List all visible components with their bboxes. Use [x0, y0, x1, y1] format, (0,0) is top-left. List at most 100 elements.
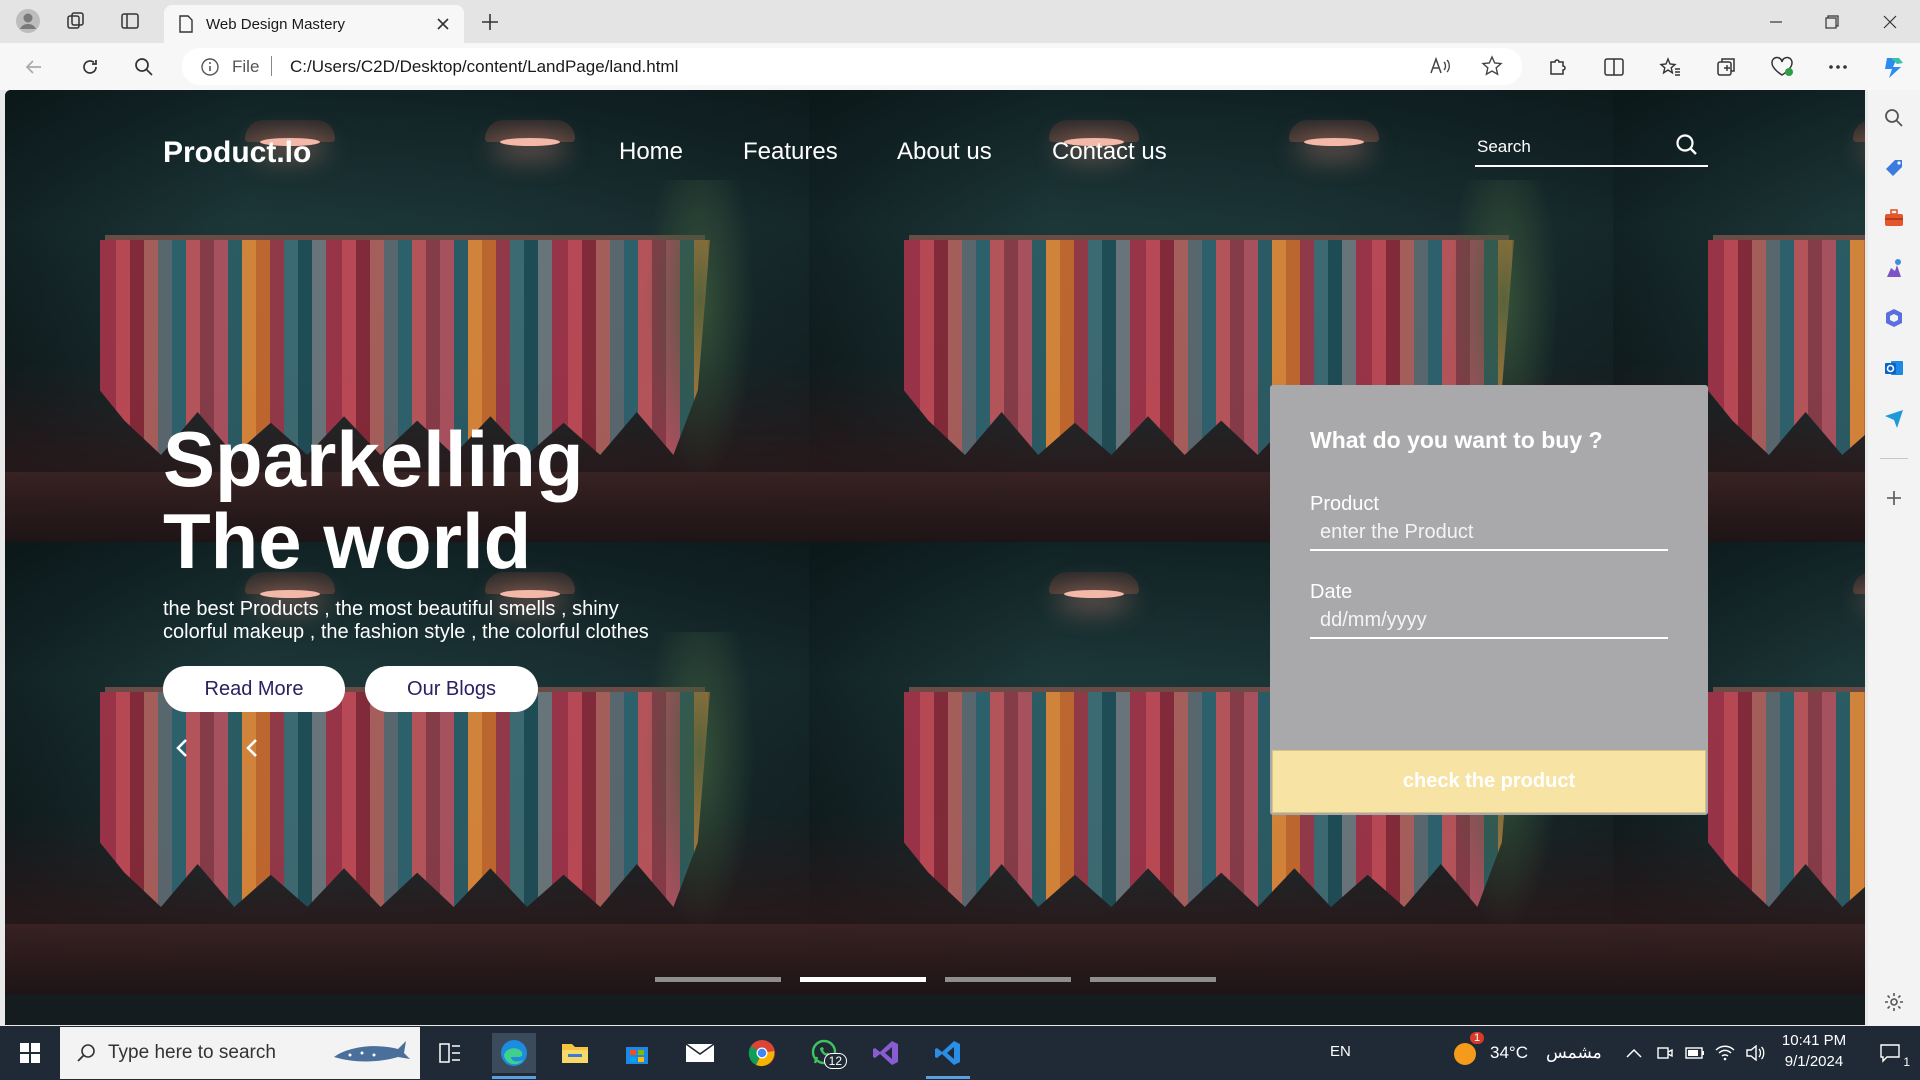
taskbar-whatsapp[interactable]: 12	[803, 1033, 847, 1073]
task-view-button[interactable]	[428, 1033, 472, 1073]
sidebar-divider	[1880, 458, 1908, 459]
nav-about-us[interactable]: About us	[897, 138, 992, 166]
favorites-button[interactable]	[1652, 51, 1688, 83]
tab-web-design-mastery[interactable]: Web Design Mastery	[164, 5, 464, 43]
taskbar-chrome[interactable]	[740, 1033, 784, 1073]
check-product-button[interactable]: check the product	[1272, 750, 1706, 813]
close-icon	[1883, 15, 1897, 28]
vscode-active-indicator	[926, 1076, 970, 1079]
site-search-input[interactable]: Search	[1475, 126, 1708, 167]
collections-icon	[1717, 58, 1735, 76]
weather-widget[interactable]: 1 34°C مشمس	[1450, 1032, 1602, 1070]
more-icon	[1829, 65, 1847, 69]
start-button[interactable]	[8, 1033, 52, 1073]
sidebar-settings-icon[interactable]	[1880, 988, 1908, 1016]
read-more-button[interactable]: Read More	[163, 666, 345, 712]
browser-essentials-button[interactable]	[1764, 51, 1800, 83]
slider-dot-4[interactable]	[1090, 977, 1216, 982]
hero-subtitle: the best Products , the most beautiful s…	[163, 598, 649, 643]
slider-dot-2[interactable]	[800, 977, 926, 982]
sidebar-search-icon[interactable]	[1880, 104, 1908, 132]
slider-dot-1[interactable]	[655, 977, 781, 982]
shopping-tag-icon[interactable]	[1880, 154, 1908, 182]
tab-actions-icon[interactable]	[112, 6, 148, 36]
collections-button[interactable]	[1708, 51, 1744, 83]
search-icon	[135, 58, 153, 76]
slider-next-button[interactable]	[240, 734, 264, 762]
notification-center-button[interactable]: 1	[1868, 1033, 1912, 1073]
nav-features[interactable]: Features	[743, 138, 838, 166]
slider-prev-button[interactable]	[170, 734, 194, 762]
address-divider	[271, 56, 272, 76]
search-icon[interactable]	[1674, 132, 1700, 158]
close-tab-icon[interactable]	[434, 15, 452, 33]
taskbar-clock[interactable]: 10:41 PM 9/1/2024	[1772, 1030, 1856, 1076]
split-screen-button[interactable]	[1596, 51, 1632, 83]
search-placeholder: Search	[1477, 137, 1531, 156]
wifi-icon[interactable]	[1710, 1033, 1740, 1073]
taskbar-file-explorer[interactable]	[553, 1033, 597, 1073]
taskbar-edge-app[interactable]	[492, 1033, 536, 1073]
date-input[interactable]: dd/mm/yyyy	[1310, 601, 1668, 639]
nav-home[interactable]: Home	[619, 138, 683, 166]
workspaces-icon[interactable]	[58, 6, 94, 36]
back-button[interactable]	[16, 51, 52, 83]
address-bar[interactable]: File C:/Users/C2D/Desktop/content/LandPa…	[182, 48, 1522, 85]
purchase-form-card: What do you want to buy ? Product enter …	[1270, 385, 1708, 815]
slider-dot-3[interactable]	[945, 977, 1071, 982]
profile-icon[interactable]	[10, 6, 46, 36]
search-tab-button[interactable]	[126, 51, 162, 83]
meet-now-icon[interactable]	[1650, 1033, 1680, 1073]
address-prefix: File	[232, 57, 260, 76]
chevron-left-icon	[246, 739, 257, 757]
weather-temperature: 34°C	[1490, 1043, 1528, 1062]
read-aloud-icon	[1430, 56, 1450, 74]
restore-button[interactable]	[1804, 0, 1860, 43]
microsoft-365-icon[interactable]	[1880, 304, 1908, 332]
edge-icon	[501, 1040, 527, 1066]
toolbox-icon[interactable]	[1880, 204, 1908, 232]
favorite-button[interactable]	[1474, 50, 1510, 82]
chrome-icon	[748, 1040, 775, 1067]
outlook-icon[interactable]	[1880, 354, 1908, 382]
language-indicator[interactable]: EN	[1330, 1043, 1351, 1060]
date-placeholder: dd/mm/yyyy	[1320, 609, 1427, 631]
task-view-icon	[439, 1043, 460, 1063]
taskbar-search-box[interactable]: Type here to search	[60, 1027, 420, 1079]
folder-icon	[562, 1044, 588, 1063]
chevron-left-icon	[176, 739, 187, 757]
minimize-icon	[1770, 20, 1782, 23]
volume-icon[interactable]	[1740, 1033, 1770, 1073]
extensions-button[interactable]	[1540, 51, 1576, 83]
hero-title: Sparkelling The world	[163, 418, 583, 582]
page-viewport: Product.lo Home Features About us Contac…	[5, 90, 1865, 1025]
read-aloud-button[interactable]	[1422, 50, 1458, 82]
taskbar-microsoft-store[interactable]	[615, 1033, 659, 1073]
info-icon[interactable]	[200, 57, 220, 77]
taskbar-search-placeholder: Type here to search	[108, 1042, 276, 1063]
minimize-button[interactable]	[1748, 0, 1804, 43]
refresh-button[interactable]	[72, 51, 108, 83]
split-screen-icon	[1604, 58, 1624, 76]
taskbar-mail[interactable]	[678, 1033, 722, 1073]
settings-more-button[interactable]	[1820, 51, 1856, 83]
site-logo[interactable]: Product.lo	[163, 136, 311, 170]
nav-contact-us[interactable]: Contact us	[1052, 138, 1167, 166]
address-url[interactable]: C:/Users/C2D/Desktop/content/LandPage/la…	[290, 57, 678, 77]
tab-title: Web Design Mastery	[206, 15, 345, 33]
product-input[interactable]: enter the Product	[1310, 513, 1668, 551]
form-title: What do you want to buy ?	[1310, 427, 1603, 453]
taskbar-vscode[interactable]	[926, 1033, 970, 1073]
games-icon[interactable]	[1880, 254, 1908, 282]
our-blogs-button[interactable]: Our Blogs	[365, 666, 538, 712]
send-icon[interactable]	[1880, 404, 1908, 432]
add-sidebar-app-icon[interactable]	[1880, 484, 1908, 512]
clock-date: 9/1/2024	[1784, 1053, 1844, 1070]
taskbar-visual-studio[interactable]	[864, 1033, 908, 1073]
refresh-icon	[83, 60, 97, 74]
new-tab-button[interactable]	[474, 8, 506, 36]
weather-alert-badge: 1	[1470, 1032, 1485, 1044]
battery-icon[interactable]	[1680, 1033, 1710, 1073]
close-window-button[interactable]	[1862, 0, 1918, 43]
copilot-button[interactable]	[1876, 51, 1912, 83]
